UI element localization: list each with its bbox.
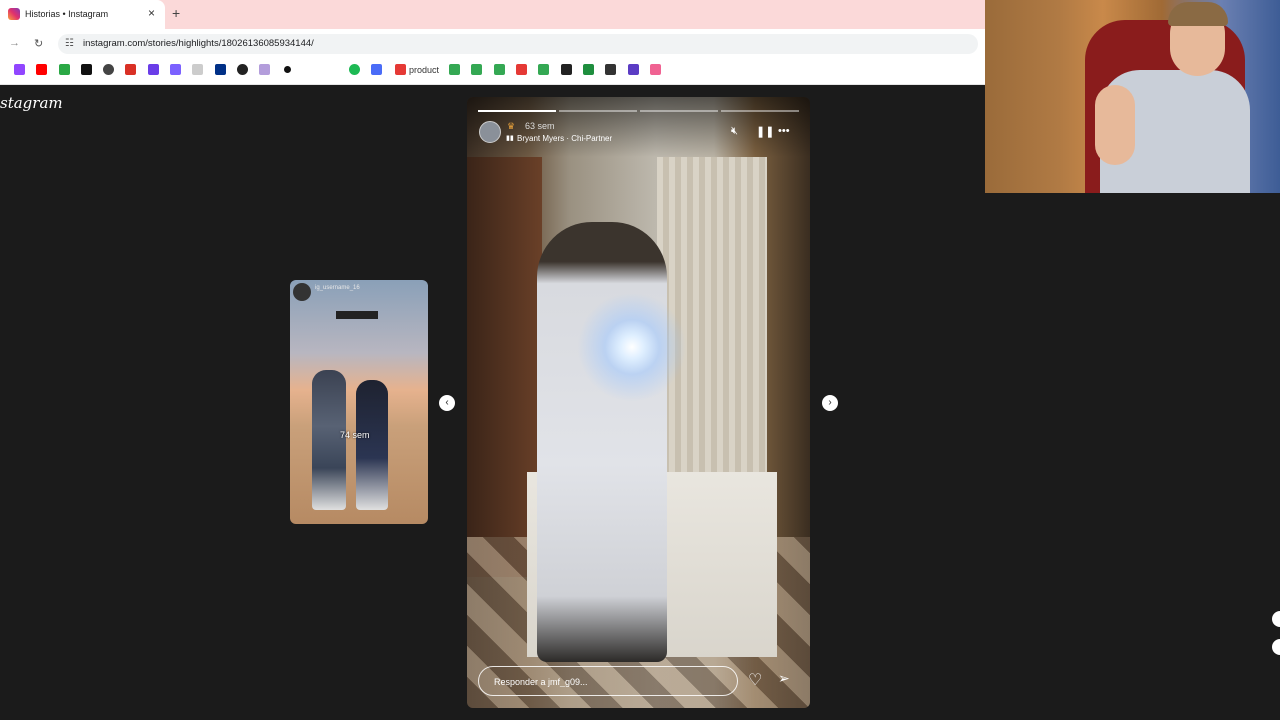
pause-icon[interactable]: ❚❚: [756, 125, 774, 138]
camera-flash: [577, 292, 687, 402]
bookmark-icon[interactable]: [284, 66, 291, 73]
side-indicator: [1272, 639, 1280, 655]
sheets-bookmark-icon[interactable]: [449, 64, 460, 75]
more-options-icon[interactable]: •••: [778, 125, 790, 137]
bookmark-icon[interactable]: [192, 64, 203, 75]
story-viewer[interactable]: ♛ 63 sem ▮▮ Bryant Myers · Chi-Partner 🔇…: [467, 97, 810, 708]
instagram-logo[interactable]: stagram: [0, 94, 63, 112]
previous-story-button[interactable]: ‹: [439, 395, 455, 411]
tab-strip: Historias • Instagram × +: [0, 0, 985, 29]
progress-segment: [478, 110, 556, 112]
story-music-label[interactable]: Bryant Myers · Chi-Partner: [517, 134, 612, 143]
bookmark-icon[interactable]: [650, 64, 661, 75]
chatgpt-bookmark-icon[interactable]: [103, 64, 114, 75]
previous-story-card[interactable]: ig_username_16 74 sem: [290, 280, 428, 524]
new-tab-button[interactable]: +: [172, 5, 180, 21]
bookmark-label-product[interactable]: product: [409, 65, 439, 75]
tab-historias[interactable]: Historias • Instagram ×: [0, 0, 165, 29]
story-photo-person: [356, 380, 388, 510]
bookmarks-bar: product: [0, 58, 985, 85]
story-time: 63 sem: [525, 121, 555, 131]
address-row: → ↻ ☷ instagram.com/stories/highlights/1…: [0, 29, 985, 58]
tab-title: Historias • Instagram: [25, 9, 109, 19]
story-photo-person: [537, 222, 667, 662]
twitch-bookmark-icon[interactable]: [14, 64, 25, 75]
story-sticker: [336, 311, 378, 319]
webcam-person: [1168, 2, 1228, 26]
bookmark-icon[interactable]: [583, 64, 594, 75]
webcam-person: [1095, 85, 1135, 165]
story-author-avatar[interactable]: [479, 121, 501, 143]
address-bar[interactable]: ☷ instagram.com/stories/highlights/18026…: [58, 34, 978, 54]
play-bookmark-icon[interactable]: [371, 64, 382, 75]
bookmark-icon[interactable]: [628, 64, 639, 75]
send-icon[interactable]: ➢: [778, 670, 790, 687]
previous-story-time: 74 sem: [340, 430, 370, 440]
bookmark-icon[interactable]: [148, 64, 159, 75]
sheets-bookmark-icon[interactable]: [538, 64, 549, 75]
site-info-icon[interactable]: ☷: [65, 38, 74, 49]
avatar: [293, 283, 311, 301]
instagram-favicon-icon: [8, 8, 20, 20]
webcam-overlay: [985, 0, 1280, 193]
progress-segment: [640, 110, 718, 112]
paypal-bookmark-icon[interactable]: [215, 64, 226, 75]
forward-arrow-icon[interactable]: →: [9, 37, 20, 49]
url-text: instagram.com/stories/highlights/1802613…: [83, 38, 314, 49]
music-bars-icon: ▮▮: [506, 135, 514, 142]
sheets-bookmark-icon[interactable]: [471, 64, 482, 75]
progress-segment: [559, 110, 637, 112]
story-progress-bar: [478, 110, 799, 112]
browser-chrome: Historias • Instagram × + → ↻ ☷ instagra…: [0, 0, 985, 85]
bookmark-icon[interactable]: [561, 64, 572, 75]
story-photo-person: [312, 370, 346, 510]
reload-icon[interactable]: ↻: [34, 37, 43, 50]
spotify-bookmark-icon[interactable]: [349, 64, 360, 75]
close-tab-icon[interactable]: ×: [148, 6, 155, 20]
gmail-bookmark-icon[interactable]: [125, 64, 136, 75]
sheets-bookmark-icon[interactable]: [494, 64, 505, 75]
tiktok-bookmark-icon[interactable]: [81, 64, 92, 75]
next-story-button[interactable]: ›: [822, 395, 838, 411]
previous-story-username: ig_username_16: [315, 285, 360, 291]
mute-icon[interactable]: 🔇︎: [731, 125, 738, 138]
product-bookmark-icon[interactable]: [395, 64, 406, 75]
progress-segment: [721, 110, 799, 112]
bookmark-icon[interactable]: [605, 64, 616, 75]
bookmark-icon[interactable]: [170, 64, 181, 75]
reply-input[interactable]: [492, 673, 726, 691]
youtube-bookmark-icon[interactable]: [36, 64, 47, 75]
bookmark-icon[interactable]: [259, 64, 270, 75]
side-indicator: [1272, 611, 1280, 627]
bookmark-icon[interactable]: [516, 64, 527, 75]
reply-box: [478, 666, 738, 696]
whatsapp-bookmark-icon[interactable]: [237, 64, 248, 75]
like-heart-icon[interactable]: ♡: [748, 670, 762, 690]
crown-icon: ♛: [507, 121, 516, 131]
app-bookmark-icon[interactable]: [59, 64, 70, 75]
